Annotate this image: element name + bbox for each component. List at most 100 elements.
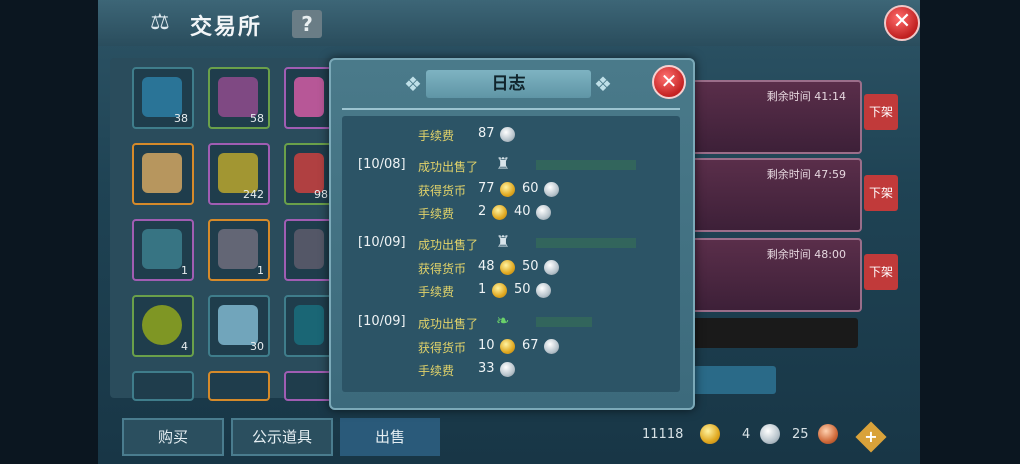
action-button[interactable] (690, 366, 776, 394)
armor-item-icon (218, 229, 258, 269)
inventory-slot[interactable] (132, 371, 194, 401)
copper-coin-icon (818, 424, 838, 444)
fee-silver-value: 40 (514, 204, 531, 219)
dialog-close-button[interactable]: ✕ (652, 65, 686, 99)
creature-item-icon (294, 153, 324, 193)
item-count: 1 (181, 264, 188, 277)
listing-row[interactable]: 剩余时间 48:00 (690, 238, 862, 312)
earn-gold-value: 77 (478, 181, 495, 196)
silver-coin-icon (760, 424, 780, 444)
inventory-slot[interactable]: 38 (132, 67, 194, 129)
inventory-slot[interactable]: 1 (132, 219, 194, 281)
tab-showcase[interactable]: 公示道具 (231, 418, 333, 456)
dialog-title: 日志 (426, 70, 591, 98)
robot-item-icon (218, 153, 258, 193)
item-count: 30 (250, 340, 264, 353)
scale-icon: ⚖ (150, 10, 170, 35)
item-count: 38 (174, 112, 188, 125)
delist-button[interactable]: 下架 (864, 94, 898, 130)
sold-label: 成功出售了 (418, 238, 479, 252)
inventory-slot[interactable] (208, 371, 270, 401)
earn-silver-value: 60 (522, 181, 539, 196)
item-count: 242 (243, 188, 264, 201)
inventory-slot[interactable] (132, 143, 194, 205)
earn-label: 获得货币 (418, 262, 467, 276)
gold-coin-icon (500, 260, 515, 275)
fee-gold-value: 2 (478, 204, 487, 219)
silver-coin-icon (536, 283, 551, 298)
earn-silver-value: 50 (522, 259, 539, 274)
item-name-blurred (536, 317, 592, 327)
fee-label: 手续费 (418, 207, 455, 221)
earn-gold-value: 48 (478, 259, 495, 274)
log-date: [10/09] (358, 314, 406, 329)
inventory-slot[interactable]: 1 (208, 219, 270, 281)
gold-coin-icon (500, 182, 515, 197)
silver-coin-icon (536, 205, 551, 220)
silver-coin-icon (500, 362, 515, 377)
dress-item-icon (294, 77, 324, 117)
listing-time: 剩余时间 41:14 (766, 90, 846, 103)
page-title: 交易所 (190, 15, 263, 40)
plus-icon: + (864, 427, 878, 446)
add-currency-button[interactable]: + (855, 421, 887, 453)
tab-buy[interactable]: 购买 (122, 418, 224, 456)
sold-label: 成功出售了 (418, 160, 479, 174)
inventory-slot[interactable] (284, 371, 334, 401)
inventory-slot[interactable] (284, 219, 334, 281)
silver-coin-icon (544, 182, 559, 197)
inventory-slot[interactable]: 242 (208, 143, 270, 205)
sold-label: 成功出售了 (418, 317, 479, 331)
fee-label: 手续费 (418, 285, 455, 299)
gold-coin-icon (492, 205, 507, 220)
listing-row[interactable]: 剩余时间 41:14 (690, 80, 862, 154)
inventory-slot[interactable]: 58 (208, 67, 270, 129)
scythe-item-icon (142, 229, 182, 269)
listing-time: 剩余时间 48:00 (766, 248, 846, 261)
divider (342, 108, 680, 110)
item-icon: ❧ (496, 311, 510, 330)
inventory-slot[interactable]: 30 (208, 295, 270, 357)
close-button[interactable]: ✕ (884, 5, 920, 41)
copper-amount: 25 (792, 427, 809, 442)
item-count: 58 (250, 112, 264, 125)
earn-silver-value: 67 (522, 338, 539, 353)
inventory-slot[interactable] (284, 295, 334, 357)
log-date: [10/09] (358, 235, 406, 250)
ornament-right-icon: ❖ (594, 72, 612, 96)
silver-coin-icon (544, 339, 559, 354)
fee-label: 手续费 (418, 129, 455, 143)
listing-row[interactable]: 剩余时间 47:59 (690, 158, 862, 232)
tab-sell[interactable]: 出售 (340, 418, 440, 456)
inventory-slot[interactable]: 98 (284, 143, 334, 205)
gold-coin-icon (492, 283, 507, 298)
delist-button[interactable]: 下架 (864, 254, 898, 290)
item-icon: ♜ (496, 232, 511, 251)
fee-value: 87 (478, 126, 495, 141)
gold-coin-icon (700, 424, 720, 444)
item-icon: ♜ (496, 154, 511, 173)
fee-silver-value: 33 (478, 361, 495, 376)
silver-coin-icon (500, 127, 515, 142)
listing-time: 剩余时间 47:59 (766, 168, 846, 181)
horn-item-icon (142, 153, 182, 193)
listing-slot-empty (690, 318, 858, 348)
inventory-slot[interactable] (284, 67, 334, 129)
delist-button[interactable]: 下架 (864, 175, 898, 211)
gold-amount: 11118 (642, 427, 684, 442)
mech-item-icon (294, 229, 324, 269)
item-count: 98 (314, 188, 328, 201)
fee-label: 手续费 (418, 364, 455, 378)
earn-label: 获得货币 (418, 341, 467, 355)
help-button[interactable]: ? (292, 10, 322, 38)
item-name-blurred (536, 238, 636, 248)
ornament-left-icon: ❖ (404, 72, 422, 96)
item-name-blurred (536, 160, 636, 170)
inventory-slot[interactable]: 4 (132, 295, 194, 357)
earn-gold-value: 10 (478, 338, 495, 353)
silver-coin-icon (544, 260, 559, 275)
item-count: 4 (181, 340, 188, 353)
item-count: 1 (257, 264, 264, 277)
feather-item-icon (142, 77, 182, 117)
scale-item-icon (294, 305, 324, 345)
